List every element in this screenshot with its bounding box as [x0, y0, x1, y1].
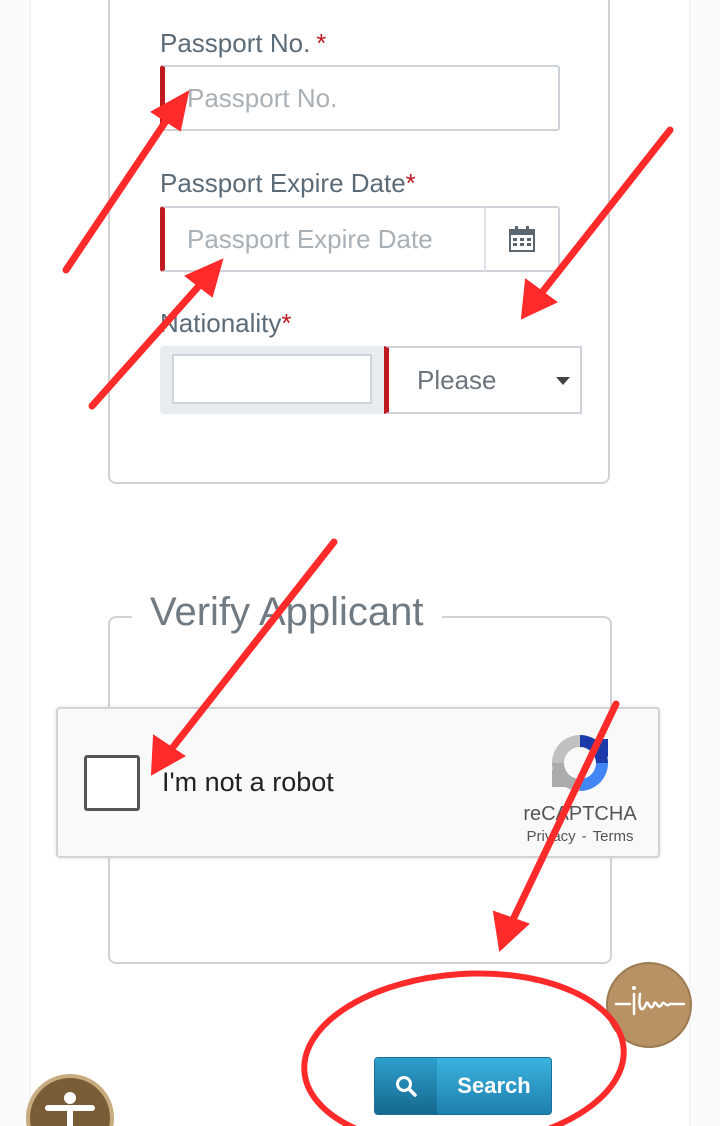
search-button-label: Search [457, 1073, 531, 1098]
passport-no-input[interactable] [160, 65, 560, 131]
passport-no-label: Passport No. * [160, 28, 326, 59]
privacy-link[interactable]: Privacy [526, 828, 575, 845]
nationality-label-text: Nationality [160, 308, 282, 338]
verify-applicant-legend: Verify Applicant [132, 590, 442, 635]
recaptcha-links: Privacy - Terms [498, 828, 662, 845]
calendar-icon [509, 226, 535, 252]
search-button[interactable]: Search [374, 1057, 552, 1115]
search-icon [396, 1076, 417, 1097]
recaptcha-brand: reCAPTCHA [523, 803, 637, 825]
passport-expiry-label-text: Passport Expire Date [160, 168, 406, 198]
nationality-select[interactable]: Please [384, 346, 582, 414]
nationality-code-group [160, 346, 386, 414]
recaptcha-checkbox[interactable] [84, 755, 140, 811]
recaptcha-logo-icon [552, 735, 608, 791]
recaptcha-label: I'm not a robot [162, 767, 334, 797]
search-icon-container [375, 1058, 437, 1114]
passport-expiry-input[interactable] [160, 206, 486, 272]
required-mark: * [316, 28, 327, 58]
chevron-down-icon [556, 377, 570, 385]
nationality-code-input[interactable] [172, 354, 372, 404]
link-separator: - [581, 828, 587, 845]
passport-expiry-label: Passport Expire Date* [160, 168, 416, 199]
recaptcha-widget: I'm not a robot reCAPTCHA Privacy - Terms [56, 707, 660, 858]
passport-no-label-text: Passport No. [160, 28, 311, 58]
nationality-label: Nationality* [160, 308, 292, 339]
accessibility-icon [45, 1092, 95, 1126]
nationality-select-value: Please [417, 364, 497, 395]
terms-link[interactable]: Terms [593, 828, 634, 845]
date-picker-button[interactable] [484, 206, 560, 272]
signature-logo-icon [614, 986, 686, 1016]
required-mark: * [405, 168, 416, 198]
accessibility-button[interactable] [26, 1074, 114, 1126]
page: Passport No.* Passport Expire Date* Nati… [0, 0, 720, 1126]
required-mark: * [281, 308, 292, 338]
floating-help-button[interactable] [606, 962, 692, 1048]
